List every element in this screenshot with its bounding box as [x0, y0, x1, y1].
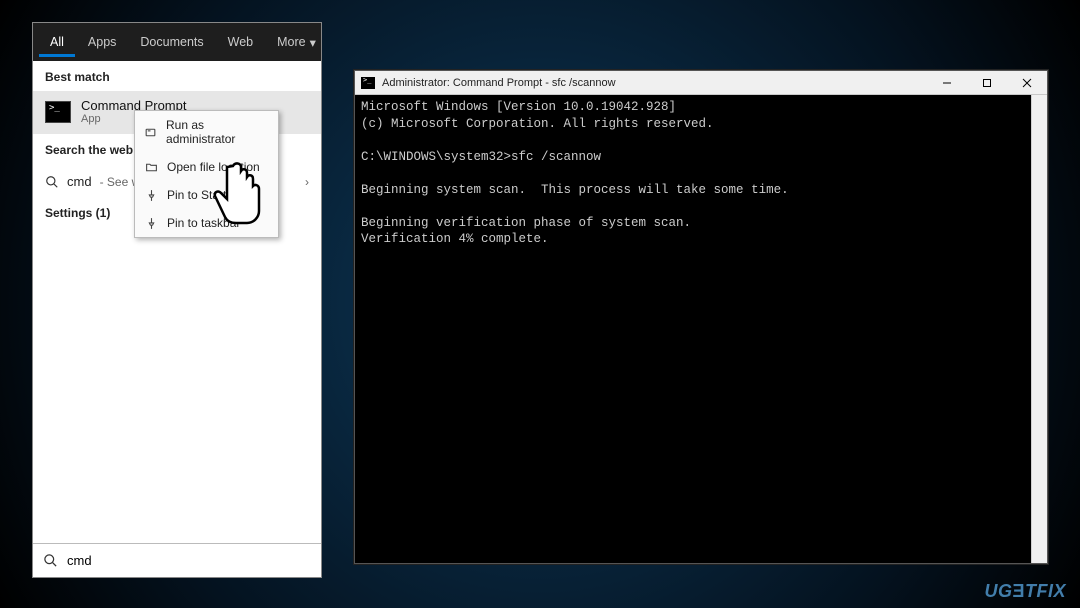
pin-icon: [144, 188, 158, 202]
search-box[interactable]: [33, 543, 321, 577]
tab-more[interactable]: More ▾: [266, 27, 327, 58]
window-controls: [927, 71, 1047, 95]
tab-all[interactable]: All: [39, 27, 75, 57]
search-icon: [45, 175, 59, 189]
watermark: UGƎTFIX: [984, 581, 1066, 602]
folder-icon: [144, 160, 158, 174]
terminal-output[interactable]: Microsoft Windows [Version 10.0.19042.92…: [355, 95, 1031, 563]
context-item-label: Run as administrator: [166, 118, 269, 146]
minimize-button[interactable]: [927, 71, 967, 95]
command-prompt-window: Administrator: Command Prompt - sfc /sca…: [354, 70, 1048, 564]
search-input[interactable]: [67, 553, 311, 568]
search-tabs: All Apps Documents Web More ▾: [33, 23, 321, 61]
command-prompt-icon: [361, 77, 375, 89]
pin-icon: [144, 216, 158, 230]
titlebar[interactable]: Administrator: Command Prompt - sfc /sca…: [355, 71, 1047, 95]
tab-apps[interactable]: Apps: [77, 27, 128, 57]
maximize-button[interactable]: [967, 71, 1007, 95]
start-search-panel: All Apps Documents Web More ▾ Best match…: [32, 22, 322, 578]
context-run-administrator[interactable]: Run as administrator: [135, 111, 278, 153]
tab-documents[interactable]: Documents: [129, 27, 214, 57]
search-icon: [43, 553, 58, 568]
cursor-pointer-icon: [207, 159, 267, 229]
web-result-query: cmd: [67, 174, 92, 189]
chevron-right-icon: ›: [305, 175, 309, 189]
tab-more-label: More: [277, 35, 305, 49]
chevron-down-icon: ▾: [310, 35, 316, 50]
tab-web[interactable]: Web: [217, 27, 264, 57]
command-prompt-icon: [45, 101, 71, 123]
window-title: Administrator: Command Prompt - sfc /sca…: [382, 77, 927, 89]
shield-admin-icon: [144, 125, 157, 139]
close-button[interactable]: [1007, 71, 1047, 95]
best-match-label: Best match: [33, 61, 321, 91]
scrollbar[interactable]: [1031, 95, 1047, 563]
